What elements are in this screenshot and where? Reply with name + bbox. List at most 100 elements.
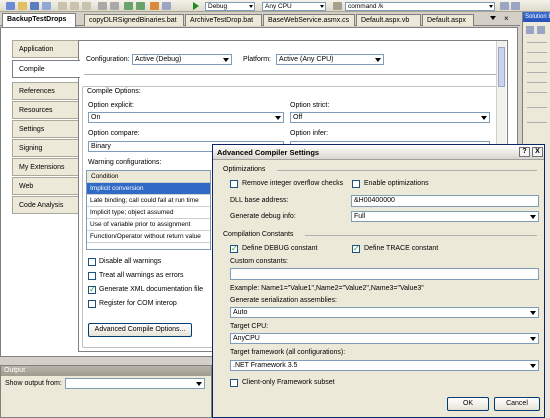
solution-platform-combo[interactable]: Any CPU bbox=[262, 2, 326, 11]
tab-default-aspx-vb[interactable]: Default.aspx.vb bbox=[356, 14, 421, 26]
table-row[interactable]: Implicit conversion bbox=[87, 183, 210, 195]
warnings-as-errors-checkbox[interactable] bbox=[88, 272, 96, 280]
save-all-icon[interactable] bbox=[42, 2, 51, 10]
compilation-constants-label: Compilation Constants bbox=[223, 231, 294, 238]
tab-copy-dlr-signed-binaries[interactable]: copyDLRSignedBinaries.bat bbox=[84, 14, 184, 26]
custom-constants-example: Example: Name1="Value1",Name2="Value2",N… bbox=[230, 285, 424, 292]
tab-references[interactable]: References bbox=[12, 82, 78, 100]
start-debug-icon[interactable] bbox=[193, 2, 199, 10]
option-strict-label: Option strict: bbox=[290, 102, 330, 109]
debug-info-dropdown[interactable]: Full bbox=[351, 211, 539, 222]
option-explicit-dropdown[interactable]: On bbox=[88, 112, 284, 123]
tab-list-chevron-icon[interactable] bbox=[490, 16, 496, 20]
tree-item[interactable] bbox=[527, 42, 547, 43]
target-cpu-value: AnyCPU bbox=[233, 335, 260, 342]
define-debug-checkbox[interactable]: ✓ bbox=[230, 245, 238, 253]
warning-configurations-grid[interactable]: Condition Implicit conversion Late bindi… bbox=[86, 170, 211, 250]
tree-item[interactable] bbox=[527, 107, 547, 108]
refresh-icon[interactable] bbox=[537, 26, 545, 34]
register-com-label: Register for COM interop bbox=[99, 300, 177, 307]
tab-code-analysis[interactable]: Code Analysis bbox=[12, 196, 78, 214]
copy-icon[interactable] bbox=[70, 2, 79, 10]
chevron-down-icon bbox=[530, 337, 536, 341]
dll-base-label: DLL base address: bbox=[230, 197, 289, 204]
command-icon[interactable] bbox=[333, 2, 342, 10]
table-row[interactable]: Function/Operator without return value bbox=[87, 231, 210, 243]
define-trace-checkbox[interactable]: ✓ bbox=[352, 245, 360, 253]
cut-icon[interactable] bbox=[58, 2, 67, 10]
table-row[interactable]: Implicit type; object assumed bbox=[87, 207, 210, 219]
compile-options-label: Compile Options: bbox=[86, 88, 142, 95]
paste-icon[interactable] bbox=[82, 2, 91, 10]
cancel-button[interactable]: Cancel bbox=[494, 397, 540, 411]
configuration-value: Active (Debug) bbox=[135, 56, 182, 63]
tab-web[interactable]: Web bbox=[12, 177, 78, 195]
enable-optimizations-label: Enable optimizations bbox=[364, 180, 429, 187]
properties-icon[interactable] bbox=[511, 2, 520, 10]
save-icon[interactable] bbox=[30, 2, 39, 10]
option-explicit-value: On bbox=[91, 114, 101, 121]
navigate-back-icon[interactable] bbox=[124, 2, 133, 10]
tab-signing[interactable]: Signing bbox=[12, 139, 78, 157]
tab-settings[interactable]: Settings bbox=[12, 120, 78, 138]
undo-icon[interactable] bbox=[98, 2, 107, 10]
target-framework-dropdown[interactable]: .NET Framework 3.5 bbox=[230, 360, 539, 371]
dll-base-field[interactable]: &H00400000 bbox=[351, 195, 539, 207]
properties-icon[interactable] bbox=[526, 26, 534, 34]
chevron-down-icon bbox=[481, 116, 487, 120]
tab-my-extensions[interactable]: My Extensions bbox=[12, 158, 78, 176]
tab-resources[interactable]: Resources bbox=[12, 101, 78, 119]
tab-backup-test-drops[interactable]: BackupTestDrops bbox=[2, 13, 76, 27]
generate-xml-checkbox[interactable]: ✓ bbox=[88, 286, 96, 294]
table-row[interactable]: Late binding; call could fail at run tim… bbox=[87, 195, 210, 207]
tree-item[interactable] bbox=[527, 52, 547, 53]
find-icon[interactable] bbox=[162, 2, 171, 10]
tab-label: BaseWebService.asmx.cs bbox=[268, 17, 350, 24]
solution-config-combo[interactable]: Debug bbox=[205, 2, 255, 11]
command-combo[interactable]: command /k bbox=[345, 2, 495, 11]
tree-item[interactable] bbox=[527, 82, 547, 83]
output-source-dropdown[interactable] bbox=[65, 378, 205, 389]
tab-application[interactable]: Application bbox=[12, 40, 78, 58]
tree-item[interactable] bbox=[527, 122, 547, 123]
tab-label: BackupTestDrops bbox=[7, 16, 67, 23]
tree-item[interactable] bbox=[527, 62, 547, 63]
open-folder-icon[interactable] bbox=[18, 2, 27, 10]
redo-icon[interactable] bbox=[110, 2, 119, 10]
ok-button[interactable]: OK bbox=[447, 397, 489, 411]
target-cpu-dropdown[interactable]: AnyCPU bbox=[230, 333, 539, 344]
grid-column-header[interactable]: Condition bbox=[87, 171, 210, 183]
toolbox-icon[interactable] bbox=[150, 2, 159, 10]
close-document-icon[interactable]: × bbox=[504, 15, 509, 23]
enable-optimizations-checkbox[interactable] bbox=[352, 180, 360, 188]
navigate-forward-icon[interactable] bbox=[136, 2, 145, 10]
table-row[interactable]: Use of variable prior to assignment bbox=[87, 219, 210, 231]
output-title: Output bbox=[1, 366, 211, 376]
custom-constants-field[interactable] bbox=[230, 268, 539, 280]
serialization-dropdown[interactable]: Auto bbox=[230, 307, 539, 318]
option-strict-dropdown[interactable]: Off bbox=[290, 112, 490, 123]
tab-base-web-service[interactable]: BaseWebService.asmx.cs bbox=[263, 14, 355, 26]
solution-explorer-icon[interactable] bbox=[500, 2, 509, 10]
remove-overflow-checkbox[interactable] bbox=[230, 180, 238, 188]
client-only-checkbox[interactable] bbox=[230, 379, 238, 387]
scrollbar-thumb[interactable] bbox=[498, 47, 505, 87]
disable-warnings-checkbox[interactable] bbox=[88, 258, 96, 266]
option-compare-label: Option compare: bbox=[88, 130, 140, 137]
new-project-icon[interactable] bbox=[6, 2, 15, 10]
advanced-compile-options-button[interactable]: Advanced Compile Options... bbox=[88, 323, 192, 337]
configuration-dropdown[interactable]: Active (Debug) bbox=[132, 54, 232, 65]
warning-condition: Function/Operator without return value bbox=[90, 233, 201, 240]
help-button[interactable]: ? bbox=[519, 147, 530, 157]
tree-item[interactable] bbox=[527, 92, 547, 93]
register-com-checkbox[interactable] bbox=[88, 300, 96, 308]
warning-condition: Late binding; call could fail at run tim… bbox=[90, 197, 199, 204]
tab-default-aspx[interactable]: Default.aspx bbox=[422, 14, 474, 26]
tab-archive-test-drop[interactable]: ArchiveTestDrop.bat bbox=[185, 14, 262, 26]
close-button[interactable]: X bbox=[532, 147, 543, 157]
option-infer-label: Option infer: bbox=[290, 130, 329, 137]
tab-compile[interactable]: Compile bbox=[12, 60, 80, 78]
tab-label: Application bbox=[19, 46, 54, 53]
platform-dropdown[interactable]: Active (Any CPU) bbox=[276, 54, 384, 65]
tree-item[interactable] bbox=[527, 72, 547, 73]
